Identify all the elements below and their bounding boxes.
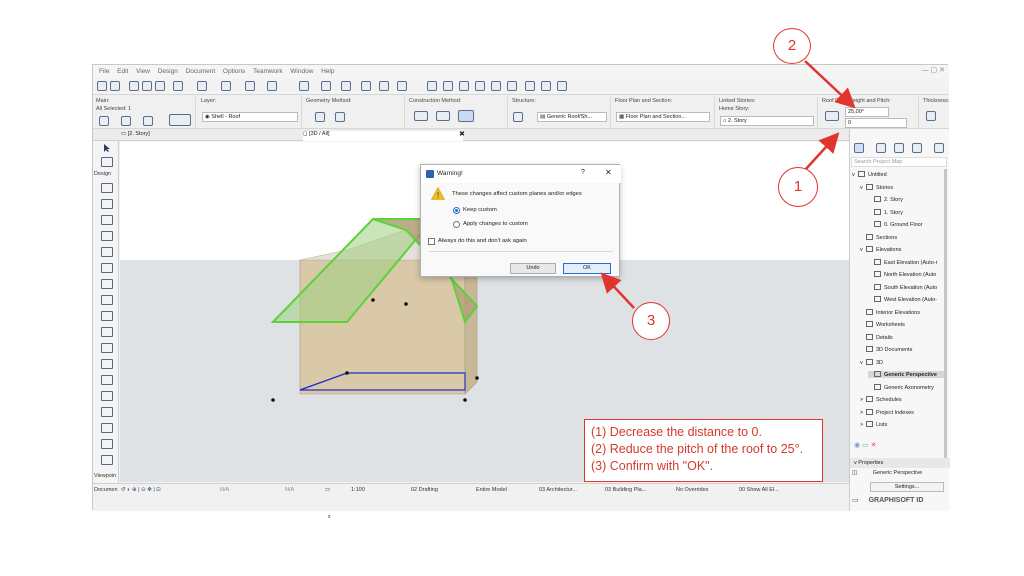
note-line-2: (2) Reduce the pitch of the roof to 25°. xyxy=(591,442,804,456)
note-line-3: (3) Confirm with "OK". xyxy=(591,459,714,473)
note-line-1: (1) Decrease the distance to 0. xyxy=(591,425,762,439)
arrow-to-height xyxy=(804,132,840,171)
callout-1: 1 xyxy=(778,167,818,207)
annotation-arrows xyxy=(600,60,856,309)
instruction-note: (1) Decrease the distance to 0. (2) Redu… xyxy=(584,419,823,482)
arrow-to-pitch xyxy=(804,60,856,109)
callout-3: 3 xyxy=(632,302,670,340)
callout-2: 2 xyxy=(773,28,811,64)
arrow-to-ok xyxy=(600,272,635,309)
